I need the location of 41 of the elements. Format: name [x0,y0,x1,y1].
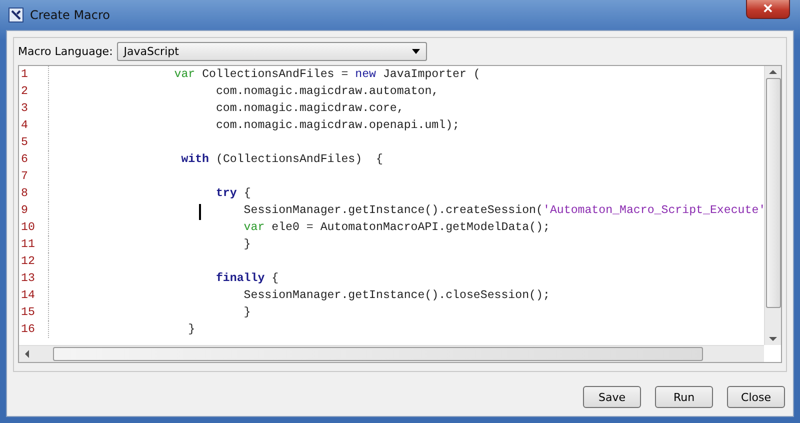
line-number: 3 [19,100,49,117]
line-number: 8 [19,185,49,202]
caret-icon [412,49,420,54]
vertical-scrollbar[interactable] [764,66,781,345]
line-number: 15 [19,304,49,321]
line-number: 2 [19,83,49,100]
line-number: 14 [19,287,49,304]
line-number: 12 [19,253,49,270]
code-line: finally { [214,272,279,285]
code-editor[interactable] [18,65,782,363]
code-line: var CollectionsAndFiles = new JavaImporter ( [173,68,480,81]
code-line: with (CollectionsAndFiles) { [180,153,383,166]
line-number: 6 [19,151,49,168]
code-line: SessionManager.getInstance().closeSession(); [242,289,550,302]
code-line: com.nomagic.magicdraw.core, [214,102,404,115]
line-number: 11 [19,236,49,253]
code-line: SessionManager.getInstance().createSession('Automaton_Macro_Script_Execute' [49,204,764,217]
line-number: 10 [19,219,49,236]
save-button[interactable]: Save [583,386,641,408]
code-line: } [242,306,251,319]
code-line: com.nomagic.magicdraw.automaton, [214,85,439,98]
line-number: 7 [19,168,49,185]
line-number: 13 [19,270,49,287]
code-line: } [242,238,251,251]
run-button[interactable]: Run [655,386,713,408]
language-dropdown[interactable]: JavaScript [116,42,427,61]
close-dialog-button[interactable]: Close [727,386,785,408]
close-button[interactable]: ✕ [746,0,790,19]
code-line: com.nomagic.magicdraw.openapi.uml); [214,119,460,132]
code-line: var ele0 = AutomatonMacroAPI.getModelData(); [242,221,550,234]
language-label: Macro Language: [18,45,113,58]
code-line: } [187,323,196,336]
line-number: 16 [19,321,49,338]
code-line: try { [214,187,251,200]
app-icon [8,7,24,23]
horizontal-scrollbar[interactable] [19,345,764,362]
line-number: 1 [19,66,49,83]
line-number: 4 [19,117,49,134]
line-number: 9 [19,202,49,219]
window-title: Create Macro [30,8,110,22]
line-number: 5 [19,134,49,151]
